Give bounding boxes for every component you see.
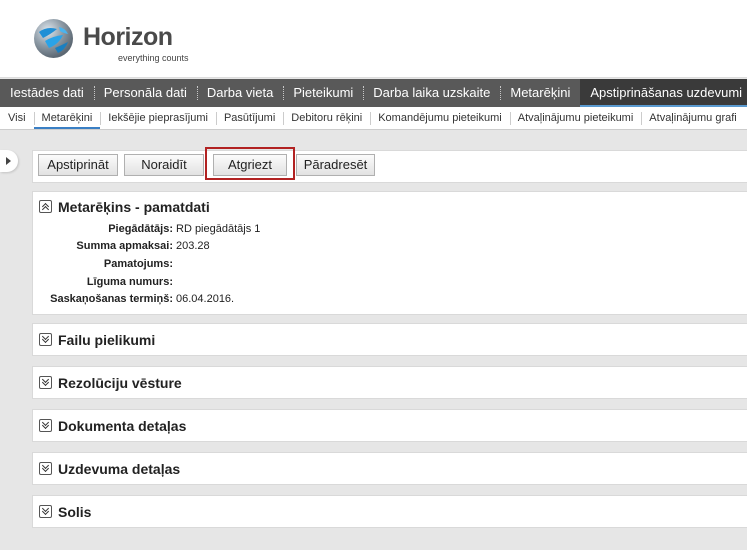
field-value: 203.28 <box>176 240 210 252</box>
sub-nav-item-visi[interactable]: Visi <box>0 107 34 129</box>
panel-document-details: Dokumenta detaļas <box>32 409 747 442</box>
field-label: Summa apmaksai: <box>76 240 173 252</box>
main-nav-item-iestades-dati[interactable]: Iestādes dati <box>0 79 94 107</box>
panel-step: Solis <box>32 495 747 528</box>
panel-file-attachments: Failu pielikumi <box>32 323 747 356</box>
main-nav-item-metarekini[interactable]: Metarēķini <box>500 79 580 107</box>
sub-nav-item-metarekini[interactable]: Metarēķini <box>33 107 101 129</box>
main-nav-item-darba-laika-uzskaite[interactable]: Darba laika uzskaite <box>363 79 500 107</box>
horizon-logo[interactable]: Horizon everything counts <box>33 18 193 66</box>
panel-title: Dokumenta detaļas <box>58 418 187 434</box>
reassign-button[interactable]: Pāradresēt <box>296 154 375 176</box>
action-toolbar: Apstiprināt Noraidīt Atgriezt Pāradresēt <box>32 147 747 183</box>
field-row-amount: Summa apmaksai: 203.28 <box>33 240 209 256</box>
sub-nav: Visi Metarēķini Iekšējie pieprasījumi Pasūt… <box>0 107 747 130</box>
field-row-contract-number: Līguma numurs: <box>33 276 173 292</box>
sub-nav-item-pasutijumi[interactable]: Pasūtījumi <box>215 107 283 129</box>
double-chevron-down-icon[interactable] <box>39 505 52 518</box>
brand-tagline: everything counts <box>118 53 189 63</box>
return-button[interactable]: Atgriezt <box>213 154 287 176</box>
sub-nav-item-atvalinajumu-grafiki[interactable]: Atvaļinājumu grafi <box>641 107 744 129</box>
sub-nav-item-komandejumu-pieteikumi[interactable]: Komandējumu pieteikumi <box>370 107 510 129</box>
panel-title: Uzdevuma detaļas <box>58 461 181 477</box>
field-label: Piegādātājs: <box>108 223 173 235</box>
panel-title: Failu pielikumi <box>58 332 156 348</box>
field-label: Saskaņošanas termiņš: <box>50 293 173 305</box>
double-chevron-down-icon[interactable] <box>39 333 52 346</box>
field-row-approval-deadline: Saskaņošanas termiņš: 06.04.2016. <box>33 293 234 309</box>
field-value: 06.04.2016. <box>176 293 235 305</box>
sub-nav-item-debitoru-rekini[interactable]: Debitoru rēķini <box>283 107 370 129</box>
main-nav: Iestādes dati Personāla dati Darba vieta Pi… <box>0 79 747 107</box>
panel-title: Solis <box>58 504 92 520</box>
double-chevron-up-icon[interactable] <box>39 200 52 213</box>
globe-icon <box>34 19 73 58</box>
double-chevron-down-icon[interactable] <box>39 462 52 475</box>
main-nav-item-apstiprinasanas-uzdevumi[interactable]: Apstiprināšanas uzdevumi <box>580 79 747 107</box>
panel-task-details: Uzdevuma detaļas <box>32 452 747 485</box>
field-label: Līguma numurs: <box>86 276 173 288</box>
sidebar-toggle[interactable] <box>0 150 18 172</box>
main-nav-item-darba-vieta[interactable]: Darba vieta <box>196 79 283 107</box>
double-chevron-down-icon[interactable] <box>39 376 52 389</box>
main-nav-item-pieteikumi[interactable]: Pieteikumi <box>283 79 363 107</box>
panel-invoice-basic-data: Metarēķins - pamatdati Piegādātājs: RD p… <box>32 191 747 315</box>
panel-title: Rezolūciju vēsture <box>58 375 182 391</box>
main-nav-item-personala-dati[interactable]: Personāla dati <box>93 79 197 107</box>
panel-title: Metarēķins - pamatdati <box>58 199 210 215</box>
sub-nav-item-iekseji-pieprasijumi[interactable]: Iekšējie pieprasījumi <box>100 107 216 129</box>
app-header: Horizon everything counts <box>0 0 747 78</box>
approve-button[interactable]: Apstiprināt <box>38 154 118 176</box>
panel-resolution-history: Rezolūciju vēsture <box>32 366 747 399</box>
reject-button[interactable]: Noraidīt <box>124 154 204 176</box>
chevron-right-icon <box>6 157 11 165</box>
double-chevron-down-icon[interactable] <box>39 419 52 432</box>
field-row-justification: Pamatojums: <box>33 258 173 274</box>
field-label: Pamatojums: <box>103 258 173 270</box>
sub-nav-item-atvalinajumu-pieteikumi[interactable]: Atvaļinājumu pieteikumi <box>509 107 642 129</box>
field-row-supplier: Piegādātājs: RD piegādātājs 1 <box>33 223 260 239</box>
brand-name: Horizon <box>83 23 173 51</box>
field-value: RD piegādātājs 1 <box>176 223 261 235</box>
